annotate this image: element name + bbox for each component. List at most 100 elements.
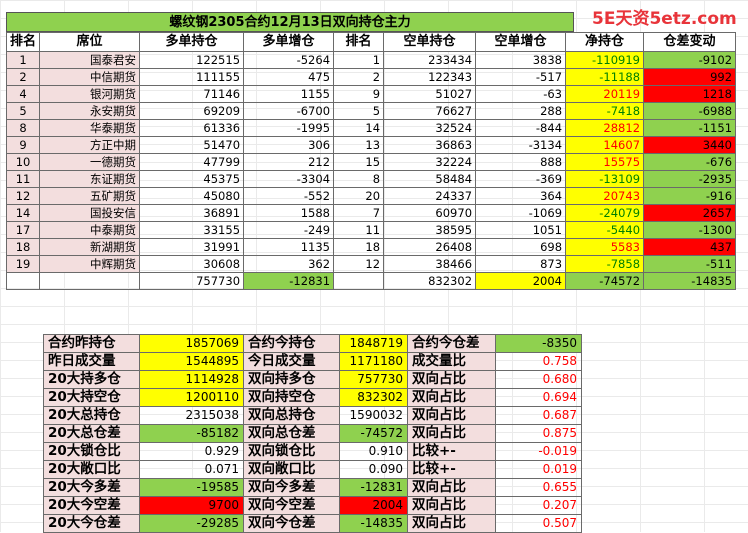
- row-short-change: 888: [475, 153, 567, 171]
- summary-label: 昨日成交量: [43, 352, 140, 371]
- row-short-change: 364: [475, 187, 567, 205]
- row-rank: 8: [5, 119, 41, 137]
- table-row: 17 中泰期货 33155 -249 11 38595 1051 -5440 -1300: [5, 221, 737, 239]
- row-short: 26408: [383, 238, 477, 256]
- row-short: 38466: [383, 255, 477, 273]
- table-title: 螺纹钢2305合约12月13日双向持仓主力: [6, 12, 574, 32]
- summary-value: 0.694: [495, 388, 582, 407]
- summary-label: 双向占比: [407, 406, 496, 425]
- summary-label: 合约昨持仓: [43, 334, 140, 353]
- row-short-rank: 1: [333, 51, 385, 69]
- header-diff: 仓差变动: [643, 32, 737, 52]
- table-row: 10 一德期货 47799 212 15 32224 888 15575 -676: [5, 153, 737, 171]
- summary-label: 合约今仓差: [407, 334, 496, 353]
- summary-label: 双向占比: [407, 496, 496, 515]
- summary-value: 0.875: [495, 424, 582, 443]
- row-long-change: -3304: [243, 170, 335, 188]
- row-net: -24079: [565, 204, 645, 222]
- summary-label: 双向占比: [407, 370, 496, 389]
- summary-label: 20大总持仓: [43, 406, 140, 425]
- totals-blank: [333, 272, 385, 290]
- total-diff: -14835: [643, 272, 737, 290]
- summary-label: 20大锁仓比: [43, 442, 140, 461]
- summary-label: 比较+-: [407, 460, 496, 479]
- summary-value: 1857069: [139, 334, 244, 353]
- summary-label: 双向今多差: [243, 478, 340, 497]
- row-short-rank: 12: [333, 255, 385, 273]
- row-net: 15575: [565, 153, 645, 171]
- row-long-change: -6700: [243, 102, 335, 120]
- row-long: 47799: [139, 153, 245, 171]
- row-seat: 中泰期货: [39, 221, 141, 239]
- summary-value: -85182: [139, 424, 244, 443]
- total-short-change: 2004: [475, 272, 567, 290]
- row-seat: 中辉期货: [39, 255, 141, 273]
- row-net: -11188: [565, 68, 645, 86]
- summary-label: 比较+-: [407, 442, 496, 461]
- summary-value: 0.655: [495, 478, 582, 497]
- row-long: 122515: [139, 51, 245, 69]
- summary-row: 昨日成交量 1544895 今日成交量 1171180 成交量比 0.758: [43, 352, 582, 371]
- row-diff: -511: [643, 255, 737, 273]
- row-short-change: -63: [475, 85, 567, 103]
- row-short: 38595: [383, 221, 477, 239]
- summary-row: 合约昨持仓 1857069 合约今持仓 1848719 合约今仓差 -8350: [43, 334, 582, 353]
- summary-value: -12831: [339, 478, 408, 497]
- row-diff: 3440: [643, 136, 737, 154]
- summary-row: 20大持空仓 1200110 双向持空仓 832302 双向占比 0.694: [43, 388, 582, 407]
- summary-value: -19585: [139, 478, 244, 497]
- table-row: 14 国投安信 36891 1588 7 60970 -1069 -24079 2657: [5, 204, 737, 222]
- row-seat: 华泰期货: [39, 119, 141, 137]
- header-seat: 席位: [39, 32, 141, 52]
- row-short-change: -517: [475, 68, 567, 86]
- row-net: 20743: [565, 187, 645, 205]
- table-row: 9 方正中期 51470 306 13 36863 -3134 14607 3440: [5, 136, 737, 154]
- totals-row: 757730 -12831 832302 2004 -74572 -14835: [5, 272, 737, 290]
- row-seat: 东证期货: [39, 170, 141, 188]
- summary-value: 0.687: [495, 406, 582, 425]
- row-short-change: -844: [475, 119, 567, 137]
- table-row: 5 永安期货 69209 -6700 5 76627 288 -7418 -6988: [5, 102, 737, 120]
- row-rank: 2: [5, 68, 41, 86]
- table-row: 19 中辉期货 30608 362 12 38466 873 -7858 -511: [5, 255, 737, 273]
- row-short-change: -369: [475, 170, 567, 188]
- row-seat: 永安期货: [39, 102, 141, 120]
- row-short: 122343: [383, 68, 477, 86]
- site-watermark: 5E天资5etz.com: [592, 9, 737, 29]
- summary-value: 0.207: [495, 496, 582, 515]
- total-long: 757730: [139, 272, 245, 290]
- row-seat: 中信期货: [39, 68, 141, 86]
- row-long: 51470: [139, 136, 245, 154]
- row-long-change: -552: [243, 187, 335, 205]
- summary-value: 832302: [339, 388, 408, 407]
- header-net: 净持仓: [565, 32, 645, 52]
- row-diff: -6988: [643, 102, 737, 120]
- row-seat: 新湖期货: [39, 238, 141, 256]
- summary-label: 双向总持仓: [243, 406, 340, 425]
- summary-value: 2315038: [139, 406, 244, 425]
- row-diff: -1151: [643, 119, 737, 137]
- row-short-rank: 13: [333, 136, 385, 154]
- row-long: 61336: [139, 119, 245, 137]
- header-short: 空单持仓: [383, 32, 477, 52]
- table-row: 12 五矿期货 45080 -552 20 24337 364 20743 -916: [5, 187, 737, 205]
- summary-label: 双向占比: [407, 388, 496, 407]
- totals-blank: [5, 272, 41, 290]
- row-diff: 2657: [643, 204, 737, 222]
- total-long-change: -12831: [243, 272, 335, 290]
- summary-value: 0.071: [139, 460, 244, 479]
- row-seat: 国投安信: [39, 204, 141, 222]
- row-seat: 银河期货: [39, 85, 141, 103]
- row-seat: 五矿期货: [39, 187, 141, 205]
- summary-label: 双向今空差: [243, 496, 340, 515]
- row-long: 71146: [139, 85, 245, 103]
- row-rank: 9: [5, 136, 41, 154]
- row-short: 36863: [383, 136, 477, 154]
- summary-value: 9700: [139, 496, 244, 515]
- row-short-rank: 14: [333, 119, 385, 137]
- summary-label: 20大持多仓: [43, 370, 140, 389]
- row-rank: 5: [5, 102, 41, 120]
- row-long: 30608: [139, 255, 245, 273]
- summary-row: 20大总持仓 2315038 双向总持仓 1590032 双向占比 0.687: [43, 406, 582, 425]
- row-short: 60970: [383, 204, 477, 222]
